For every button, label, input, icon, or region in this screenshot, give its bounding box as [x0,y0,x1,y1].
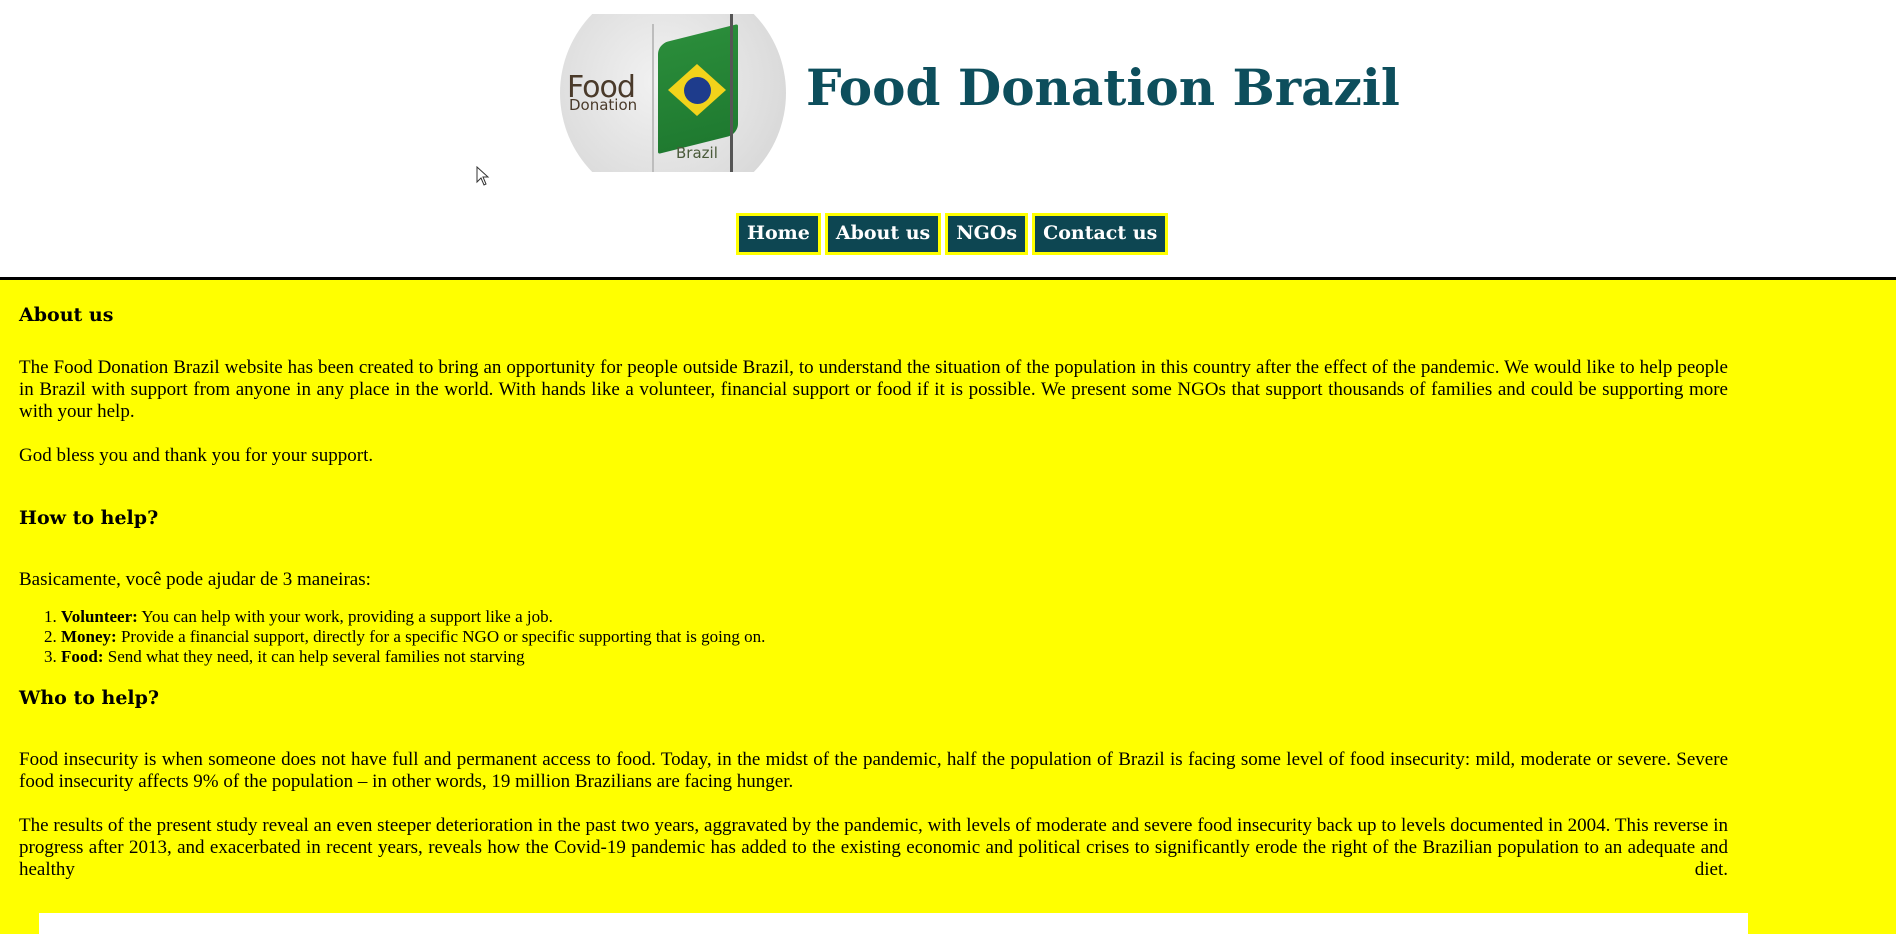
content-box-top [39,913,1748,934]
about-heading: About us [19,304,114,326]
nav-ngos[interactable]: NGOs [945,213,1029,255]
list-item-text: Provide a financial support, directly fo… [116,627,766,646]
list-item-text: You can help with your work, providing a… [137,607,553,626]
content-inner: About us The Food Donation Brazil websit… [19,280,1728,881]
list-item-label: Money: [61,627,117,646]
main-content: About us The Food Donation Brazil websit… [0,280,1896,934]
site-logo[interactable]: Food Donation Brazil [560,14,786,172]
mouse-cursor-icon [476,166,490,186]
flag-globe [684,77,711,104]
list-item-label: Food: [61,647,104,666]
help-options-list: Volunteer: You can help with your work, … [19,607,1728,667]
nav-contact-us[interactable]: Contact us [1032,213,1169,255]
logo-text-brazil: Brazil [676,144,718,162]
who-to-help-heading: Who to help? [19,687,160,709]
site-title: Food Donation Brazil [806,58,1400,117]
list-item-text: Send what they need, it can help several… [103,647,525,666]
who-to-help-paragraph-1: Food insecurity is when someone does not… [19,749,1728,792]
site-header: Food Donation Brazil Food Donation Brazi… [0,0,1896,280]
list-item: Food: Send what they need, it can help s… [61,647,1728,667]
list-item: Money: Provide a financial support, dire… [61,627,1728,647]
list-item: Volunteer: You can help with your work, … [61,607,1728,627]
how-to-help-intro: Basicamente, você pode ajudar de 3 manei… [19,569,371,590]
flag-pole [730,14,733,172]
who-to-help-paragraph-2: The results of the present study reveal … [19,815,1728,880]
how-to-help-heading: How to help? [19,507,159,529]
nav-about-us[interactable]: About us [824,213,942,255]
list-item-label: Volunteer: [61,607,138,626]
logo-divider [652,24,654,172]
about-paragraph-2: God bless you and thank you for your sup… [19,445,374,466]
nav-home[interactable]: Home [736,213,821,255]
about-paragraph-1: The Food Donation Brazil website has bee… [19,357,1728,422]
main-nav: Home About us NGOs Contact us [736,213,1169,255]
logo-text-donation: Donation [569,96,638,114]
